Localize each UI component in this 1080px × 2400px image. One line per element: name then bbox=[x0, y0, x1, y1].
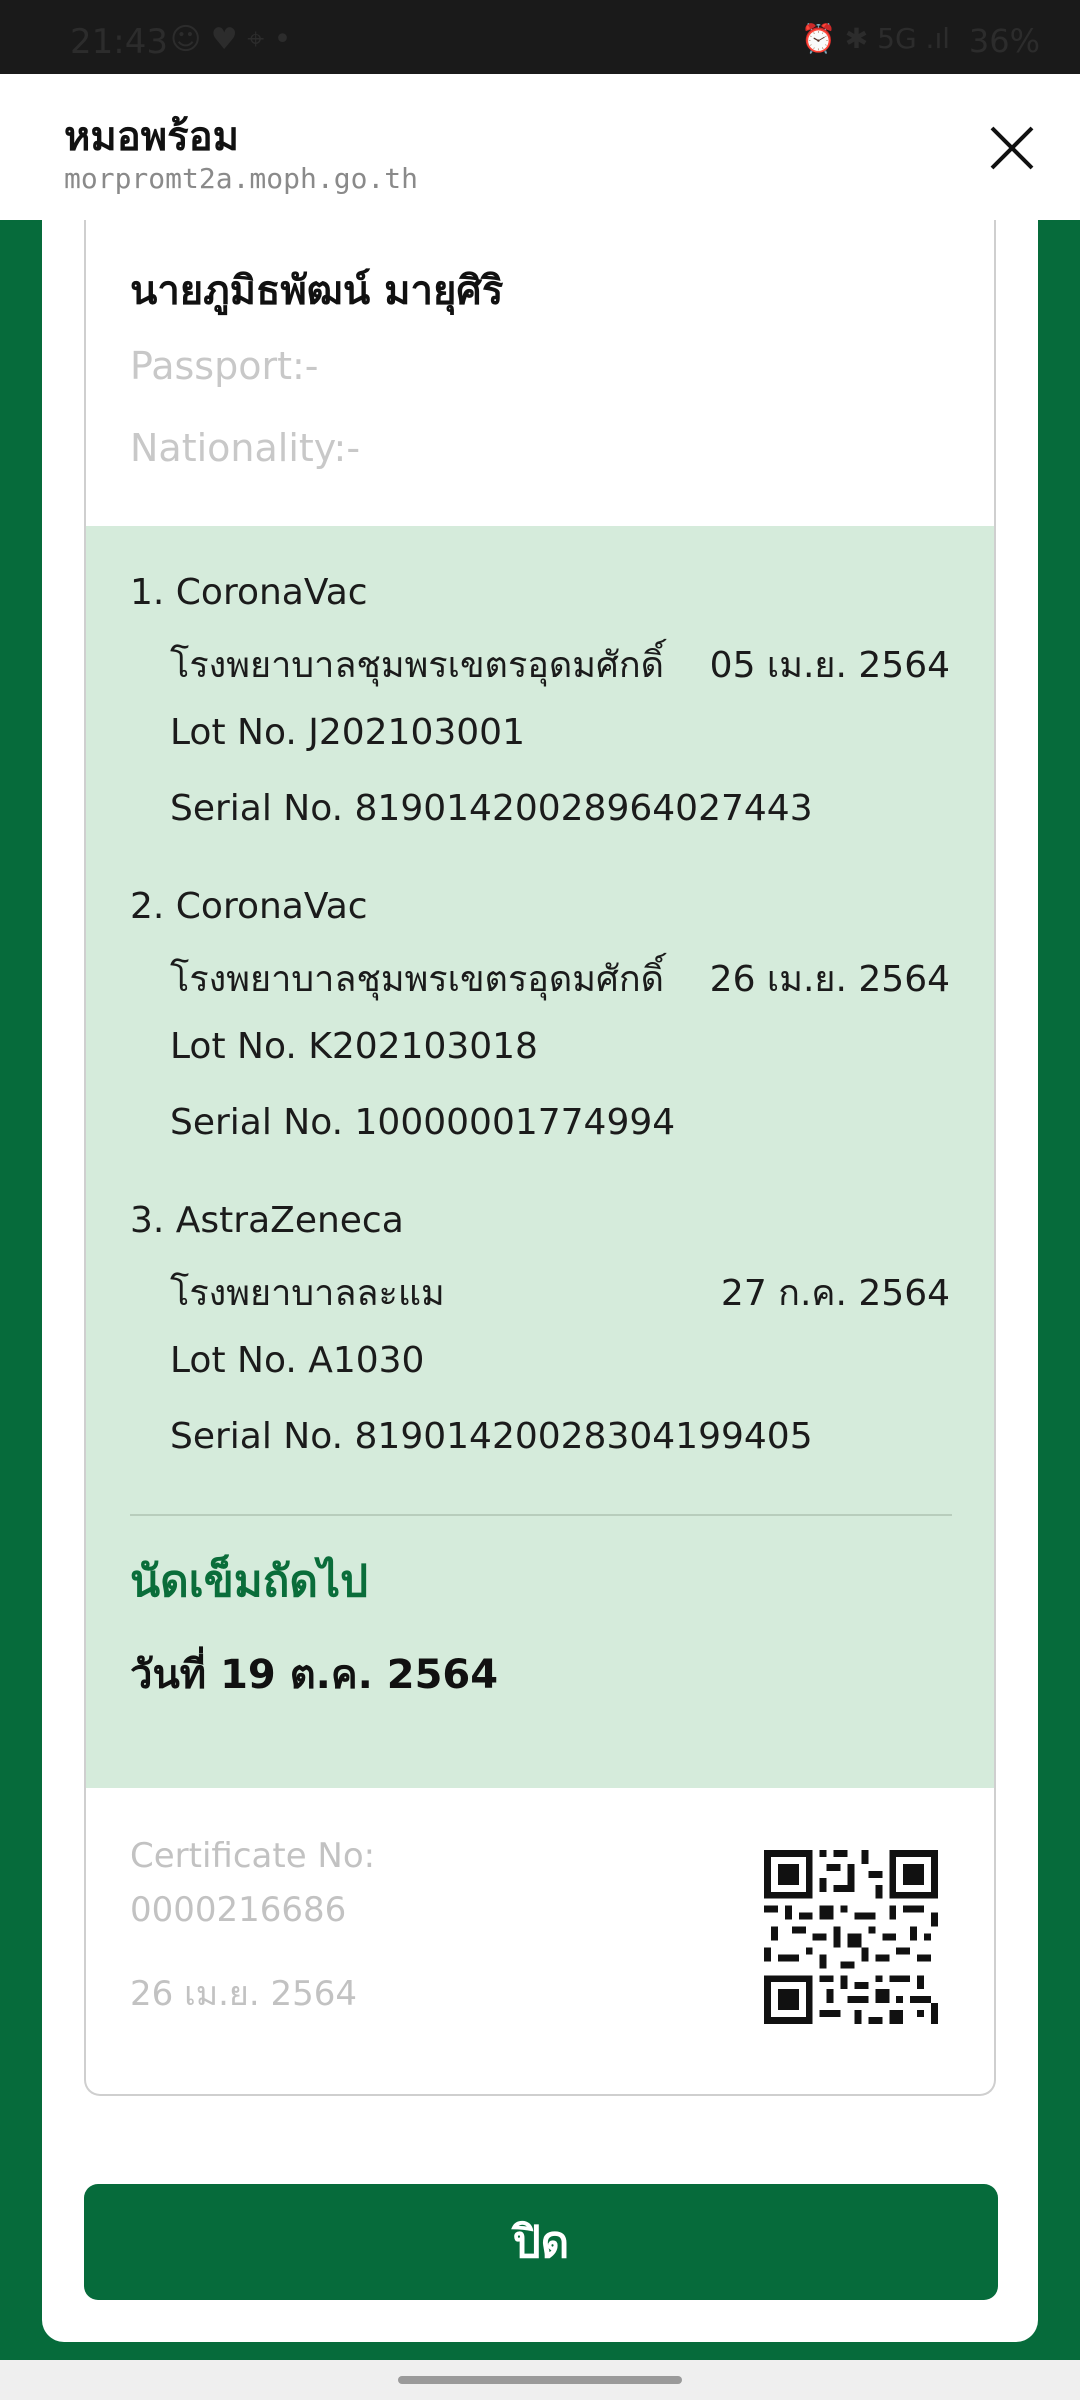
dose-2-hospital: โรงพยาบาลชุมพรเขตรอุดมศักดิ์ bbox=[170, 959, 665, 1000]
dose-2-date: 26 เม.ย. 2564 bbox=[709, 959, 950, 1000]
dose-3-date: 27 ก.ค. 2564 bbox=[720, 1273, 950, 1314]
system-status-icons: ⏰ ✱ 5G .ıl bbox=[801, 22, 950, 55]
dose-2-vaccine: 2. CoronaVac bbox=[130, 886, 368, 927]
dose-3-serial: Serial No. 81901420028304199405 bbox=[170, 1416, 813, 1457]
nationality-field: Nationality:- bbox=[130, 426, 361, 470]
dose-3-hospital: โรงพยาบาลละแม bbox=[170, 1273, 445, 1314]
dose-1-hospital: โรงพยาบาลชุมพรเขตรอุดมศักดิ์ bbox=[170, 645, 665, 686]
next-appointment-date: วันที่ 19 ต.ค. 2564 bbox=[130, 1652, 499, 1698]
certificate-number: 0000216686 bbox=[130, 1890, 347, 1930]
browser-header: หมอพร้อม morpromt2a.moph.go.th bbox=[0, 74, 1080, 220]
dose-1-lot: Lot No. J202103001 bbox=[170, 712, 525, 753]
status-bar: 21:43 ☺ ♥ ⌖ • ⏰ ✱ 5G .ıl 36% bbox=[0, 0, 1080, 74]
certificate-date: 26 เม.ย. 2564 bbox=[130, 1974, 357, 2014]
next-appointment-label: นัดเข็มถัดไป bbox=[130, 1556, 369, 1607]
navigation-bar bbox=[0, 2360, 1080, 2400]
dose-3-vaccine: 3. AstraZeneca bbox=[130, 1200, 404, 1241]
site-url: morpromt2a.moph.go.th bbox=[64, 162, 419, 195]
battery-level: 36% bbox=[968, 22, 1040, 60]
dose-3-lot: Lot No. A1030 bbox=[170, 1340, 425, 1381]
divider bbox=[130, 1514, 952, 1516]
certificate-label: Certificate No: bbox=[130, 1836, 376, 1876]
dose-1-date: 05 เม.ย. 2564 bbox=[709, 645, 950, 686]
qr-code-icon bbox=[764, 1850, 938, 2024]
vaccination-history-panel: 1. CoronaVac โรงพยาบาลชุมพรเขตรอุดมศักดิ… bbox=[86, 526, 994, 1788]
close-button[interactable]: ปิด bbox=[84, 2184, 998, 2300]
notification-icons: ☺ ♥ ⌖ • bbox=[170, 22, 292, 57]
dose-2-serial: Serial No. 10000001774994 bbox=[170, 1102, 676, 1143]
dose-2-lot: Lot No. K202103018 bbox=[170, 1026, 538, 1067]
status-time: 21:43 bbox=[70, 22, 168, 62]
close-icon[interactable] bbox=[984, 120, 1040, 176]
passport-field: Passport:- bbox=[130, 344, 319, 388]
site-title: หมอพร้อม bbox=[64, 114, 239, 160]
dose-1-serial: Serial No. 81901420028964027443 bbox=[170, 788, 813, 829]
vaccine-certificate-card: นายภูมิธพัฒน์ มายุศิริ Passport:- Nation… bbox=[84, 220, 996, 2096]
home-indicator[interactable] bbox=[398, 2376, 682, 2384]
dose-1-vaccine: 1. CoronaVac bbox=[130, 572, 368, 613]
person-name: นายภูมิธพัฒน์ มายุศิริ bbox=[130, 268, 504, 314]
